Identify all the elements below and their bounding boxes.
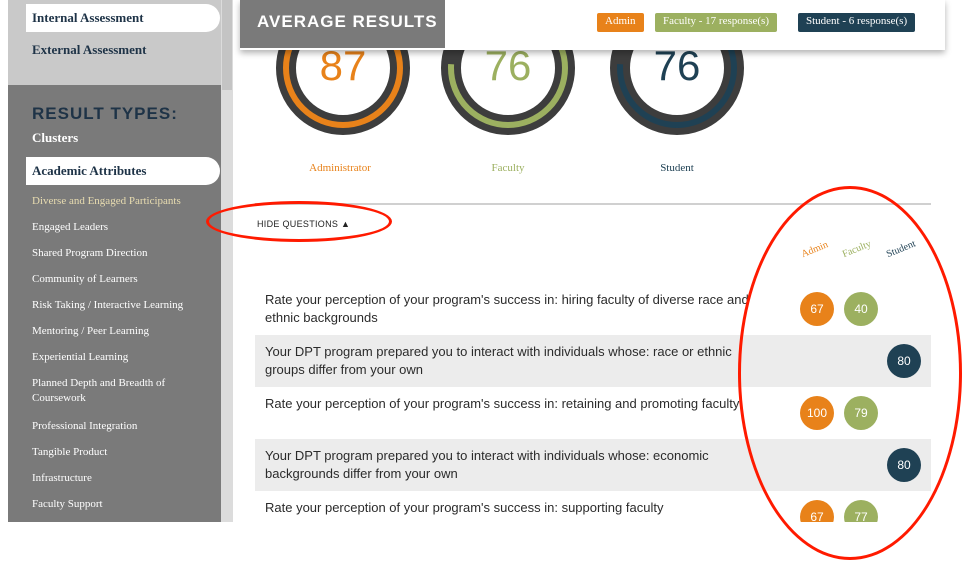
sidebar-item-risk-taking[interactable]: Risk Taking / Interactive Learning <box>32 298 212 313</box>
section-divider <box>255 203 931 205</box>
student-label: Student <box>660 162 694 174</box>
legend-student: Student - 6 response(s) <box>798 13 916 32</box>
sidebar-item-experiential[interactable]: Experiential Learning <box>32 350 212 365</box>
sidebar: Internal Assessment External Assessment … <box>8 0 221 522</box>
scrollbar-thumb[interactable] <box>222 0 232 90</box>
sidebar-item-shared-direction[interactable]: Shared Program Direction <box>32 246 212 261</box>
hide-questions-toggle[interactable]: HIDE QUESTIONS ▲ <box>257 219 350 229</box>
faculty-label: Faculty <box>491 162 525 174</box>
question-row: Rate your perception of your program's s… <box>255 283 931 335</box>
question-text: Rate your perception of your program's s… <box>265 500 664 515</box>
sidebar-item-infrastructure[interactable]: Infrastructure <box>32 471 212 486</box>
question-row: Your DPT program prepared you to interac… <box>255 335 931 387</box>
question-row: Your DPT program prepared you to interac… <box>255 439 931 491</box>
sidebar-item-community[interactable]: Community of Learners <box>32 272 212 287</box>
sidebar-item-clusters[interactable]: Clusters <box>32 130 78 146</box>
legend-admin: Admin <box>597 13 644 32</box>
question-text: Rate your perception of your program's s… <box>265 292 749 325</box>
sidebar-item-mentoring[interactable]: Mentoring / Peer Learning <box>32 324 212 339</box>
sidebar-item-tangible-product[interactable]: Tangible Product <box>32 445 212 460</box>
page-title: AVERAGE RESULTS <box>240 0 445 48</box>
sidebar-item-diverse-engaged[interactable]: Diverse and Engaged Participants <box>32 194 212 209</box>
column-header-faculty: Faculty <box>840 238 873 260</box>
question-row: Rate your perception of your program's s… <box>255 387 931 439</box>
legend-faculty: Faculty - 17 response(s) <box>655 13 778 32</box>
admin-score-badge: 67 <box>800 292 834 326</box>
question-text: Your DPT program prepared you to interac… <box>265 344 732 377</box>
faculty-score-badge: 40 <box>844 292 878 326</box>
sidebar-item-internal-assessment[interactable]: Internal Assessment <box>26 4 220 32</box>
faculty-score-badge: 79 <box>844 396 878 430</box>
admin-score-badge: 100 <box>800 396 834 430</box>
sidebar-scrollbar[interactable] <box>221 0 233 522</box>
sidebar-item-planned-depth[interactable]: Planned Depth and Breadth of Coursework <box>32 376 202 406</box>
question-text: Your DPT program prepared you to interac… <box>265 448 709 481</box>
column-header-admin: Admin <box>799 239 830 260</box>
viewport-bottom-edge <box>0 522 963 564</box>
sidebar-item-professional-integration[interactable]: Professional Integration <box>32 419 212 434</box>
student-score-badge: 80 <box>887 448 921 482</box>
question-text: Rate your perception of your program's s… <box>265 396 740 411</box>
sidebar-item-faculty-support[interactable]: Faculty Support <box>32 497 212 512</box>
column-header-student: Student <box>884 238 918 260</box>
admin-label: Administrator <box>309 162 371 174</box>
student-score-badge: 80 <box>887 344 921 378</box>
sidebar-item-engaged-leaders[interactable]: Engaged Leaders <box>32 220 212 235</box>
result-types-heading: RESULT TYPES: <box>32 104 178 123</box>
sidebar-item-academic-attributes[interactable]: Academic Attributes <box>26 157 220 185</box>
sidebar-item-external-assessment[interactable]: External Assessment <box>32 42 146 58</box>
